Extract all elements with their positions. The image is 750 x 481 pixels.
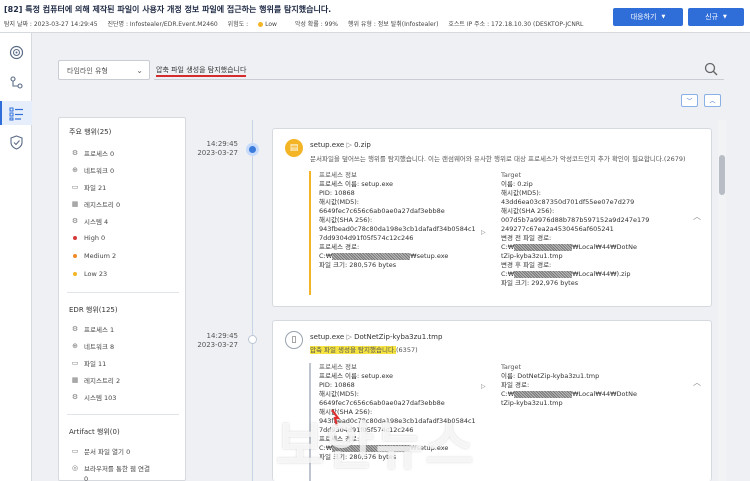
divider <box>67 292 179 293</box>
gear-icon: ⚙ <box>71 325 79 333</box>
chevron-up-icon: ︿ <box>709 98 716 105</box>
risk-value: Low <box>265 21 277 28</box>
event-description: 압축 파일 생성을 탐지했습니다.(6357) <box>310 346 418 354</box>
severity-bar <box>309 171 311 295</box>
event-description: 문서파일을 덮어쓰는 행위를 탐지했습니다. 이는 랜섬웨어와 유사한 행위로 … <box>310 155 686 163</box>
filter-network[interactable]: ⊕ 네트워크 0 <box>71 165 114 175</box>
alert-meta: 탐지 날짜 : 2023-03-27 14:29:45 진단명 : Infost… <box>4 19 591 28</box>
redacted-text <box>514 243 573 251</box>
edr-behavior-heading: EDR 행위(125) <box>69 306 118 314</box>
file-icon: ▭ <box>71 359 79 367</box>
filter-browser-count[interactable]: 0 <box>71 475 88 481</box>
filter-low[interactable]: Low 23 <box>71 270 107 278</box>
malicious-prob: 악성 확률 : 99% <box>294 21 339 28</box>
event-time: 14:29:45 2023-03-27 <box>197 332 238 349</box>
timeline-node[interactable] <box>248 335 257 344</box>
registry-icon: ▦ <box>71 200 79 208</box>
alert-header: [82] 특정 컴퓨터에 의해 제작된 파일이 사용자 개정 정보 파일에 접근… <box>0 0 750 33</box>
filter-edr-network[interactable]: ⊕ 네트워크 8 <box>71 341 114 351</box>
filter-medium[interactable]: Medium 2 <box>71 252 116 260</box>
new-button[interactable]: 신규 ▼ <box>688 8 744 26</box>
timeline-icon[interactable] <box>7 104 25 122</box>
file-zip-icon: ▯ <box>285 331 303 349</box>
search-icon[interactable] <box>704 62 720 78</box>
browser-icon: ◎ <box>71 464 79 472</box>
redacted-text <box>514 390 573 398</box>
file-icon: ▭ <box>71 447 79 455</box>
chevron-down-icon: ﹀ <box>686 98 693 105</box>
filter-edr-system[interactable]: ⚙ 시스템 103 <box>71 392 117 402</box>
chevron-down-icon: ▼ <box>723 14 727 20</box>
rule-name: 진단명 : Infostealer/EDR.Event.M2460 <box>107 21 218 28</box>
chevron-down-icon: ⌄ <box>136 66 143 75</box>
chevron-up-icon[interactable]: ︿ <box>693 211 701 222</box>
risk: 위험도 : Low <box>227 21 277 28</box>
system-icon: ⚙ <box>71 393 79 401</box>
divider <box>67 414 179 415</box>
chevron-down-icon: ▼ <box>661 14 666 20</box>
network-icon: ⊕ <box>72 166 78 174</box>
filter-edr-process[interactable]: ⚙ 프로세스 1 <box>71 324 114 334</box>
registry-icon: ▦ <box>71 376 79 384</box>
scroll-up-button[interactable]: ︿ <box>704 94 721 107</box>
redacted-text <box>514 270 573 278</box>
search-query: 압축 파일 생성을 탐지했습니다 <box>156 66 247 77</box>
alert-title: [82] 특정 컴퓨터에 의해 제작된 파일이 사용자 개정 정보 파일에 접근… <box>4 5 332 14</box>
timeline-line <box>252 120 253 481</box>
event-title: setup.exe ▷ 0.zip <box>310 141 371 149</box>
arrow-right-icon: ▷ <box>346 141 355 149</box>
filter-file[interactable]: ▭ 파일 21 <box>71 182 107 192</box>
filter-system[interactable]: ⚙ 시스템 4 <box>71 216 108 226</box>
redacted-text <box>332 252 411 260</box>
process-tree-icon[interactable] <box>7 73 25 91</box>
chevron-up-icon[interactable]: ︿ <box>693 377 701 388</box>
left-rail <box>0 33 32 481</box>
arrow-right-icon: ▷ <box>346 333 355 341</box>
respond-button[interactable]: 대응하기 ▼ <box>613 8 683 26</box>
low-dot-icon <box>73 272 77 276</box>
target-info: Target 이름: DotNetZip-kyba3zu1.tmp 파일 경로:… <box>501 363 637 407</box>
process-info: 프로세스 정보 프로세스 이름: setup.exe PID: 10868 해시… <box>319 171 476 269</box>
event-time: 14:29:45 2023-03-27 <box>197 140 238 157</box>
filter-process[interactable]: ⚙ 프로세스 0 <box>71 148 114 158</box>
medium-dot-icon <box>73 254 77 258</box>
search-input[interactable]: 압축 파일 생성을 탐지했습니다 <box>154 60 724 80</box>
detect-date: 탐지 날짜 : 2023-03-27 14:29:45 <box>4 21 98 28</box>
scrollbar-thumb[interactable] <box>719 155 725 195</box>
timeline-node-active[interactable] <box>246 143 259 156</box>
filter-panel: 주요 행위(25) ⚙ 프로세스 0 ⊕ 네트워크 0 ▭ 파일 21 ▦ 레지스트리 … <box>58 117 186 481</box>
target-info: Target 이름: 0.zip 해시값(MD5): 43dd6ea03c873… <box>501 171 650 287</box>
arrow-right-icon: ▷ <box>481 383 486 390</box>
filter-high[interactable]: High 0 <box>71 234 105 242</box>
timeline-type-select[interactable]: 타임라인 유형 ⌄ <box>58 60 150 80</box>
high-dot-icon <box>73 236 77 240</box>
file-icon: ▭ <box>71 183 79 191</box>
risk-low-dot <box>258 22 264 27</box>
watermark: 보안뉴스 <box>276 417 476 477</box>
filter-edr-registry[interactable]: ▦ 레지스트리 2 <box>71 375 120 385</box>
file-warning-icon: ▤ <box>285 139 303 157</box>
radar-icon[interactable] <box>7 43 25 61</box>
scroll-down-button[interactable]: ﹀ <box>681 94 698 107</box>
shield-icon[interactable] <box>7 133 25 151</box>
artifact-behavior-heading: Artifact 행위(0) <box>69 428 120 436</box>
host-ip: 호스트 IP 주소 : 172.18.10.30 (DESKTOP-JCNRL <box>448 21 584 28</box>
filter-edr-file[interactable]: ▭ 파일 11 <box>71 358 107 368</box>
event-card[interactable]: ▤ setup.exe ▷ 0.zip 문서파일을 덮어쓰는 행위를 탐지했습니… <box>272 128 712 307</box>
filter-browser[interactable]: ◎ 브라우저를 통한 웹 연결 <box>71 463 150 473</box>
filter-doc-open[interactable]: ▭ 문서 파일 열기 0 <box>71 446 131 456</box>
system-icon: ⚙ <box>71 217 79 225</box>
network-icon: ⊕ <box>72 342 78 350</box>
filter-registry[interactable]: ▦ 레지스트리 0 <box>71 199 120 209</box>
event-title: setup.exe ▷ DotNetZip-kyba3zu1.tmp <box>310 333 443 341</box>
behavior-type: 행위 유형 : 정보 탈취(Infostealer) <box>347 21 439 28</box>
gear-icon: ⚙ <box>71 149 79 157</box>
main-behavior-heading: 주요 행위(25) <box>69 128 112 136</box>
search-area: 타임라인 유형 ⌄ 압축 파일 생성을 탐지했습니다 ﹀ ︿ <box>32 33 750 119</box>
arrow-right-icon: ▷ <box>481 229 486 236</box>
scrollbar[interactable] <box>718 120 726 481</box>
